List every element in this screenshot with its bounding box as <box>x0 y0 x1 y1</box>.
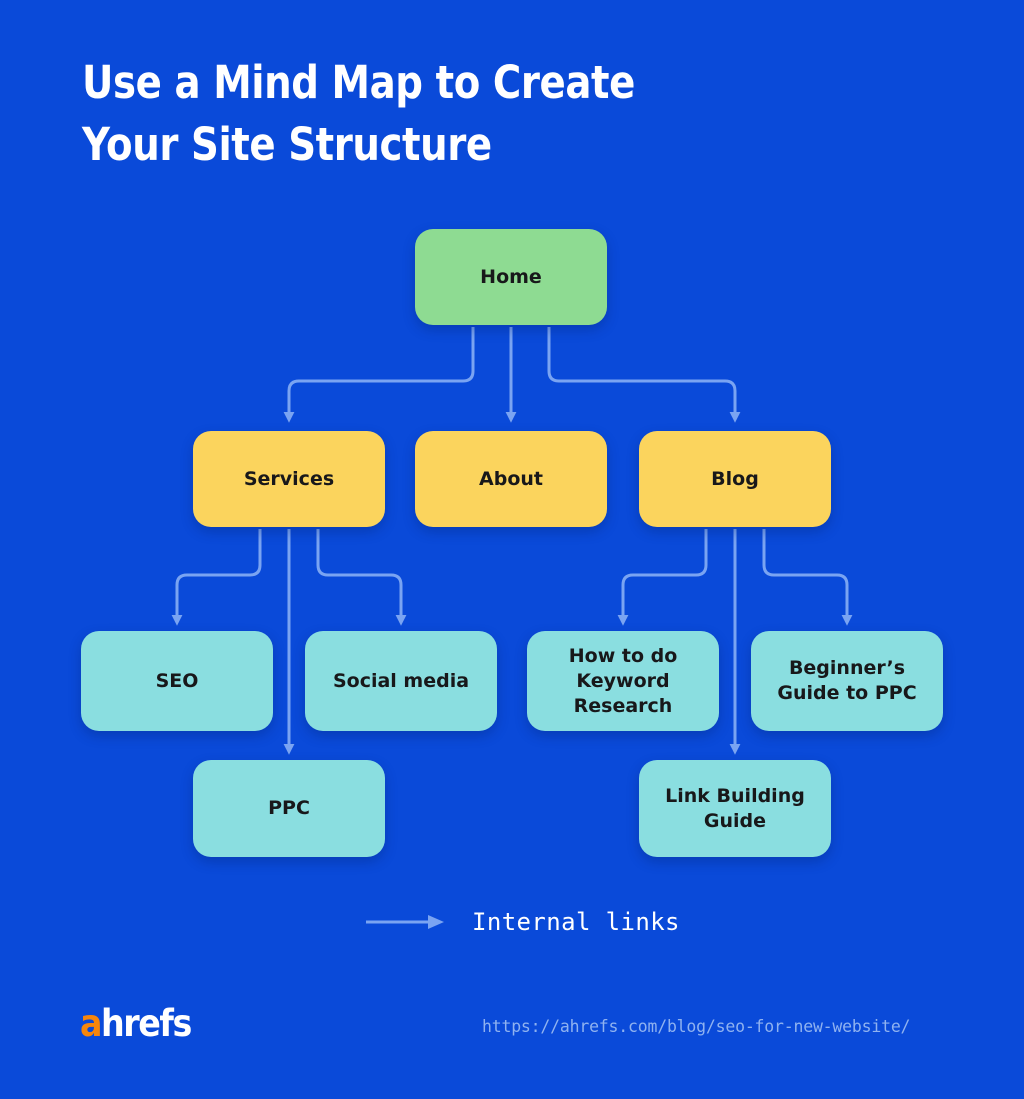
ahrefs-logo: ahrefs <box>80 1002 192 1046</box>
node-about-label: About <box>479 467 543 490</box>
node-blog-label: Blog <box>711 467 759 490</box>
logo-accent-letter: a <box>80 1002 103 1045</box>
edge-blog-beginners <box>762 529 853 626</box>
mind-map-canvas: Use a Mind Map to Create Your Site Struc… <box>0 0 1024 1099</box>
node-link-building-guide[interactable]: Link Building Guide <box>639 760 831 857</box>
node-seo-label: SEO <box>155 669 199 692</box>
legend: Internal links <box>366 908 680 936</box>
node-about[interactable]: About <box>415 431 607 527</box>
edge-services-seo <box>171 529 262 626</box>
page-title: Use a Mind Map to Create Your Site Struc… <box>82 56 635 171</box>
edge-home-blog <box>547 327 741 423</box>
node-home-label: Home <box>480 265 542 288</box>
node-blog[interactable]: Blog <box>639 431 831 527</box>
edge-services-social <box>316 529 407 626</box>
node-services-label: Services <box>243 467 335 490</box>
node-keyword-research-label: How to do Keyword Research <box>568 644 678 717</box>
legend-label: Internal links <box>472 908 680 936</box>
node-services[interactable]: Services <box>193 431 385 527</box>
node-beginners-guide-ppc[interactable]: Beginner’s Guide to PPC <box>751 631 943 731</box>
node-ppc-label: PPC <box>268 797 310 819</box>
edge-home-services <box>283 327 475 423</box>
node-beginners-guide-ppc-label: Beginner’s Guide to PPC <box>777 657 917 704</box>
node-keyword-research[interactable]: How to do Keyword Research <box>527 631 719 731</box>
arrow-right-icon <box>366 915 444 929</box>
node-seo[interactable]: SEO <box>81 631 273 731</box>
edge-blog-keyword <box>617 529 708 626</box>
node-social-media-label: Social media <box>332 669 470 692</box>
node-home[interactable]: Home <box>415 229 607 325</box>
node-social-media[interactable]: Social media <box>305 631 497 731</box>
node-ppc[interactable]: PPC <box>193 760 385 857</box>
logo-wordmark: hrefs <box>101 1002 192 1045</box>
node-link-building-guide-label: Link Building Guide <box>665 784 805 832</box>
source-url: https://ahrefs.com/blog/seo-for-new-webs… <box>482 1017 911 1036</box>
